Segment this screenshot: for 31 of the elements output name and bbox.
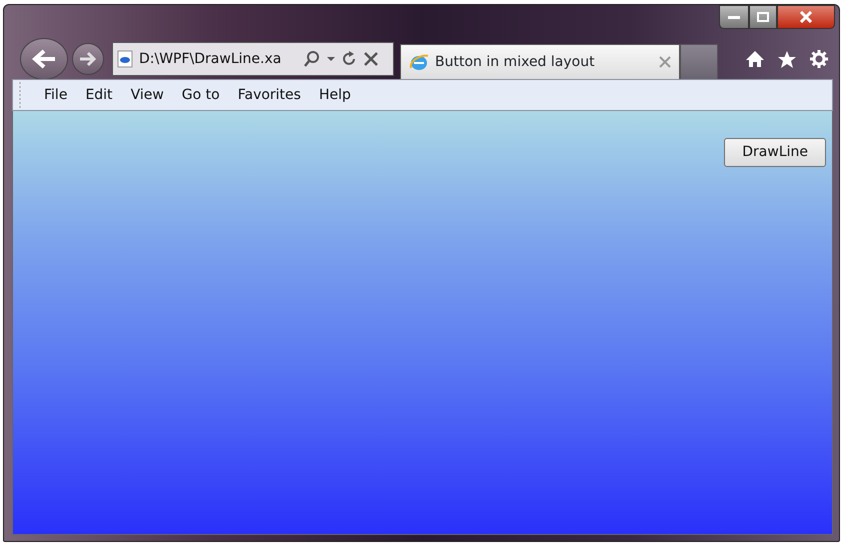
menu-item[interactable]: View	[124, 84, 171, 106]
dropdown-icon[interactable]	[327, 56, 335, 62]
forward-button[interactable]	[72, 43, 104, 75]
address-field: D:\WPF\DrawLine.xa	[139, 48, 297, 70]
menu-item[interactable]: Favorites	[230, 84, 308, 106]
menu-item[interactable]: Edit	[78, 84, 120, 106]
drawline-button[interactable]: DrawLine	[724, 138, 826, 167]
minimize-icon	[727, 14, 741, 20]
star-icon[interactable]	[777, 50, 797, 68]
browser-logo-icon	[409, 52, 429, 72]
stop-icon[interactable]	[363, 51, 379, 67]
browser-tab[interactable]: Button in mixed layout	[400, 44, 680, 79]
address-bar[interactable]: D:\WPF\DrawLine.xa	[112, 42, 394, 76]
settings-icon[interactable]	[809, 49, 829, 69]
close-button[interactable]	[777, 5, 835, 29]
back-arrow-icon	[31, 48, 57, 70]
forward-arrow-icon	[79, 51, 97, 67]
minimize-button[interactable]	[719, 5, 749, 29]
toolbar-grip[interactable]	[19, 82, 22, 108]
menu-item[interactable]: Help	[312, 84, 358, 106]
maximize-icon	[756, 11, 770, 23]
back-button[interactable]	[20, 38, 68, 80]
close-icon	[799, 11, 813, 23]
refresh-icon[interactable]	[341, 51, 357, 67]
search-icon[interactable]	[303, 50, 321, 68]
home-icon[interactable]	[745, 50, 765, 68]
tab-title: Button in mixed layout	[435, 52, 596, 72]
page-icon	[117, 50, 133, 68]
menu-item[interactable]: File	[37, 84, 74, 106]
menu-item[interactable]: Go to	[174, 84, 227, 106]
maximize-button[interactable]	[749, 5, 777, 29]
